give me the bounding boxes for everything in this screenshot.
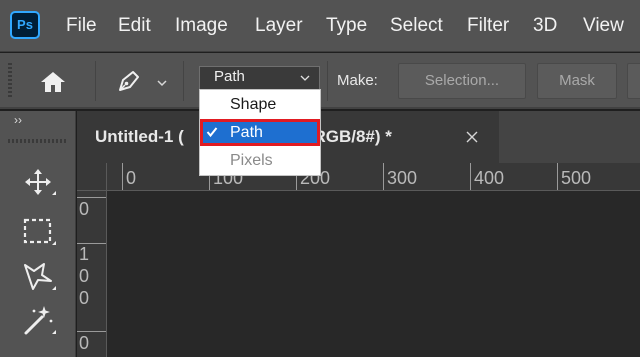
home-icon[interactable] — [38, 70, 68, 94]
ruler-label: 1 — [78, 244, 89, 264]
menu-edit[interactable]: Edit — [118, 14, 151, 38]
pen-tool-icon[interactable] — [114, 66, 144, 96]
dropdown-option-path[interactable]: Path — [200, 119, 320, 146]
move-tool-icon[interactable] — [20, 165, 58, 201]
document-tab-strip: Untitled-1 (er 1, RGB/8#) * — [77, 111, 640, 163]
menu-image[interactable]: Image — [175, 14, 228, 38]
dropdown-option-pixels: Pixels — [230, 152, 273, 169]
options-separator — [95, 61, 96, 101]
tool-mode-value: Path — [214, 68, 245, 85]
menu-type[interactable]: Type — [326, 14, 367, 38]
ruler-origin[interactable] — [77, 163, 107, 191]
menu-select[interactable]: Select — [390, 14, 443, 38]
magic-wand-tool-icon[interactable] — [20, 303, 58, 339]
ruler-tick — [122, 163, 123, 190]
horizontal-ruler[interactable]: 0 100 200 300 400 500 — [107, 163, 640, 191]
ruler-tick — [77, 331, 106, 332]
ruler-label: 0 — [78, 199, 89, 219]
ruler-label: 0 — [78, 266, 89, 286]
rectangular-marquee-tool-icon[interactable] — [20, 214, 58, 250]
collapse-panel-icon[interactable]: ›› — [14, 113, 22, 127]
lasso-tool-icon[interactable] — [20, 259, 58, 295]
close-icon[interactable] — [466, 131, 478, 143]
menu-filter[interactable]: Filter — [467, 14, 509, 38]
ruler-tick — [470, 163, 471, 190]
dropdown-option-shape[interactable]: Shape — [200, 91, 320, 118]
tools-panel: ›› — [0, 111, 76, 357]
options-separator — [327, 61, 328, 101]
ruler-label: 300 — [387, 168, 418, 188]
document-canvas[interactable] — [107, 191, 640, 357]
tool-mode-dropdown-list: Shape Path Pixels — [199, 89, 321, 176]
menu-bar: Ps File Edit Image Layer Type Select Fil… — [0, 0, 640, 52]
make-mask-button[interactable]: Mask — [537, 63, 617, 99]
ruler-tick — [557, 163, 558, 190]
menu-3d[interactable]: 3D — [533, 14, 557, 38]
menu-layer[interactable]: Layer — [255, 14, 303, 38]
make-label: Make: — [337, 72, 378, 89]
options-separator — [183, 61, 184, 101]
tool-preset-chevron-down-icon[interactable] — [157, 79, 167, 87]
chevron-down-icon — [300, 75, 310, 81]
menu-view[interactable]: View — [583, 14, 624, 38]
ruler-label: 0 — [78, 333, 89, 353]
checkmark-icon — [206, 127, 218, 138]
ruler-tick — [383, 163, 384, 190]
dropdown-option-label: Path — [230, 124, 263, 141]
tool-mode-select[interactable]: Path — [199, 66, 320, 90]
ruler-tick — [77, 197, 106, 198]
options-bar-grip[interactable] — [8, 63, 12, 99]
ruler-label: 400 — [474, 168, 505, 188]
tools-panel-grip[interactable] — [8, 139, 66, 143]
ruler-label: 0 — [78, 288, 89, 308]
make-selection-button[interactable]: Selection... — [398, 63, 526, 99]
photoshop-logo-icon: Ps — [10, 11, 40, 39]
make-shape-button-partial[interactable] — [627, 63, 640, 99]
ruler-label: 500 — [561, 168, 592, 188]
vertical-ruler[interactable]: 0 1 0 0 0 — [77, 191, 107, 357]
menu-file[interactable]: File — [66, 14, 97, 38]
ruler-label: 0 — [126, 168, 137, 188]
